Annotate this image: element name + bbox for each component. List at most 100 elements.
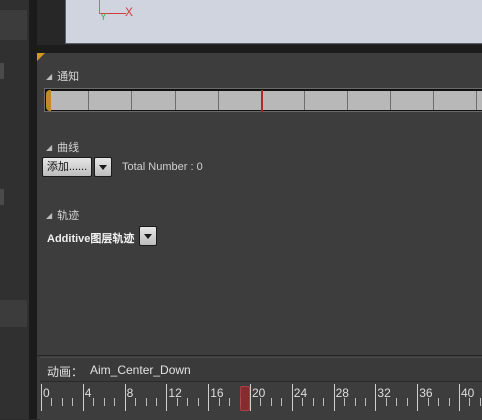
ruler-major-tick (124, 384, 126, 411)
notify-track-cell[interactable] (262, 91, 305, 110)
curve-total-number: Total Number : 0 (122, 161, 203, 173)
notify-playhead-marker (261, 90, 263, 112)
animation-label: 动画： (47, 365, 84, 379)
ruler-minor-tick (270, 398, 272, 406)
ruler-label: 0 (43, 386, 50, 400)
ruler-label: 20 (252, 386, 266, 400)
ruler-minor-tick (145, 398, 147, 406)
add-curve-dropdown[interactable] (94, 157, 112, 177)
ruler-label: 16 (210, 386, 224, 400)
curves-title: 曲线 (57, 142, 80, 154)
additive-track-dropdown[interactable] (139, 226, 157, 246)
viewport-splitter[interactable] (37, 45, 482, 53)
viewport-canvas[interactable]: X Y (65, 0, 482, 44)
collapse-arrow-icon[interactable]: ◢ (46, 72, 52, 81)
collapse-arrow-icon[interactable]: ◢ (46, 143, 52, 152)
ruler-label: 28 (335, 386, 349, 400)
anim-sequence-editor: X Y ◢ 通知 ◢ 曲线 添加...... Total Number : 0 ◢ 轨… (37, 0, 482, 420)
animation-name: Aim_Center_Down (90, 363, 191, 377)
ruler-minor-tick (281, 398, 283, 406)
ruler-major-tick (250, 384, 251, 411)
notify-track-cell[interactable] (391, 91, 434, 110)
ruler-label: 40 (461, 386, 475, 400)
ruler-minor-tick (103, 398, 105, 406)
chevron-down-icon (99, 165, 107, 170)
notify-track[interactable] (44, 88, 482, 112)
ruler-minor-tick (51, 398, 53, 406)
ruler-minor-tick (229, 398, 231, 406)
notify-track-cell[interactable] (89, 91, 132, 110)
ruler-major-tick (375, 384, 377, 411)
timeline-ruler[interactable]: 0 4 8 12 16 20 24 28 32 36 40 (40, 381, 482, 420)
preview-viewport: X Y (37, 0, 482, 45)
tracks-title: 轨迹 (57, 210, 80, 222)
ruler-minor-tick (479, 398, 481, 406)
ruler-minor-tick (364, 398, 366, 406)
corner-triangle-icon (37, 53, 45, 61)
ruler-minor-tick (61, 398, 63, 406)
timeline-playhead[interactable] (239, 386, 250, 411)
ruler-major-tick (208, 384, 210, 411)
ruler-minor-tick (448, 398, 450, 406)
left-panel-row[interactable] (0, 300, 27, 327)
axis-x-label: X (125, 5, 134, 19)
notify-track-cell[interactable] (51, 91, 89, 110)
ruler-minor-tick (218, 398, 220, 406)
ruler-minor-tick (176, 398, 178, 406)
left-panel-row[interactable] (0, 10, 27, 40)
ruler-minor-tick (135, 398, 137, 406)
ruler-label: 4 (84, 386, 92, 400)
left-panel-marker (0, 189, 4, 205)
curves-header[interactable]: ◢ 曲线 (46, 139, 79, 155)
ruler-major-tick (333, 384, 335, 411)
ruler-major-tick (417, 384, 419, 411)
ruler-minor-tick (197, 398, 199, 406)
timeline-separator (37, 355, 482, 356)
ruler-minor-tick (427, 398, 429, 406)
ruler-minor-tick (406, 398, 408, 406)
ruler-minor-tick (469, 398, 471, 406)
notify-track-cell[interactable] (434, 91, 477, 110)
ruler-major-tick (459, 384, 460, 411)
ruler-minor-tick (93, 398, 95, 406)
notify-track-cell[interactable] (132, 91, 176, 110)
notify-track-cell[interactable] (348, 91, 391, 110)
ruler-minor-tick (114, 398, 116, 406)
ruler-label: 24 (293, 386, 308, 400)
notifies-header[interactable]: ◢ 通知 (46, 68, 79, 84)
notifies-title: 通知 (57, 71, 80, 83)
left-side-panel (0, 0, 29, 419)
ruler-minor-tick (155, 398, 157, 406)
ruler-minor-tick (323, 398, 325, 406)
ruler-minor-tick (312, 398, 314, 406)
ruler-major-tick (166, 384, 168, 411)
ruler-major-tick (82, 384, 84, 411)
ruler-label: 36 (419, 386, 433, 400)
notify-track-cell[interactable] (219, 91, 262, 110)
notify-track-cell[interactable] (305, 91, 348, 110)
ruler-minor-tick (385, 398, 387, 406)
ruler-minor-tick (302, 398, 304, 406)
left-panel-marker (0, 63, 4, 79)
ruler-minor-tick (396, 398, 398, 406)
ruler-label: 8 (126, 386, 134, 400)
chevron-down-icon (144, 234, 152, 239)
ruler-minor-tick (187, 398, 189, 406)
tracks-header[interactable]: ◢ 轨迹 (46, 207, 79, 223)
notify-track-cell[interactable] (176, 91, 219, 110)
ruler-minor-tick (344, 398, 346, 406)
ruler-minor-tick (354, 398, 356, 406)
collapse-arrow-icon[interactable]: ◢ (46, 211, 52, 220)
ruler-label: 12 (168, 386, 182, 400)
axis-y-label: Y (100, 12, 107, 23)
ruler-minor-tick (72, 398, 74, 406)
ruler-major-tick (41, 384, 42, 411)
notify-track-cell[interactable] (477, 91, 482, 110)
ruler-major-tick (291, 384, 293, 411)
panel-splitter[interactable] (29, 0, 37, 419)
ruler-label: 32 (377, 386, 391, 400)
additive-track-label: Additive图层轨迹 (47, 233, 135, 245)
ruler-minor-tick (438, 398, 440, 406)
add-curve-button[interactable]: 添加...... (42, 157, 92, 177)
ruler-minor-tick (260, 398, 262, 406)
